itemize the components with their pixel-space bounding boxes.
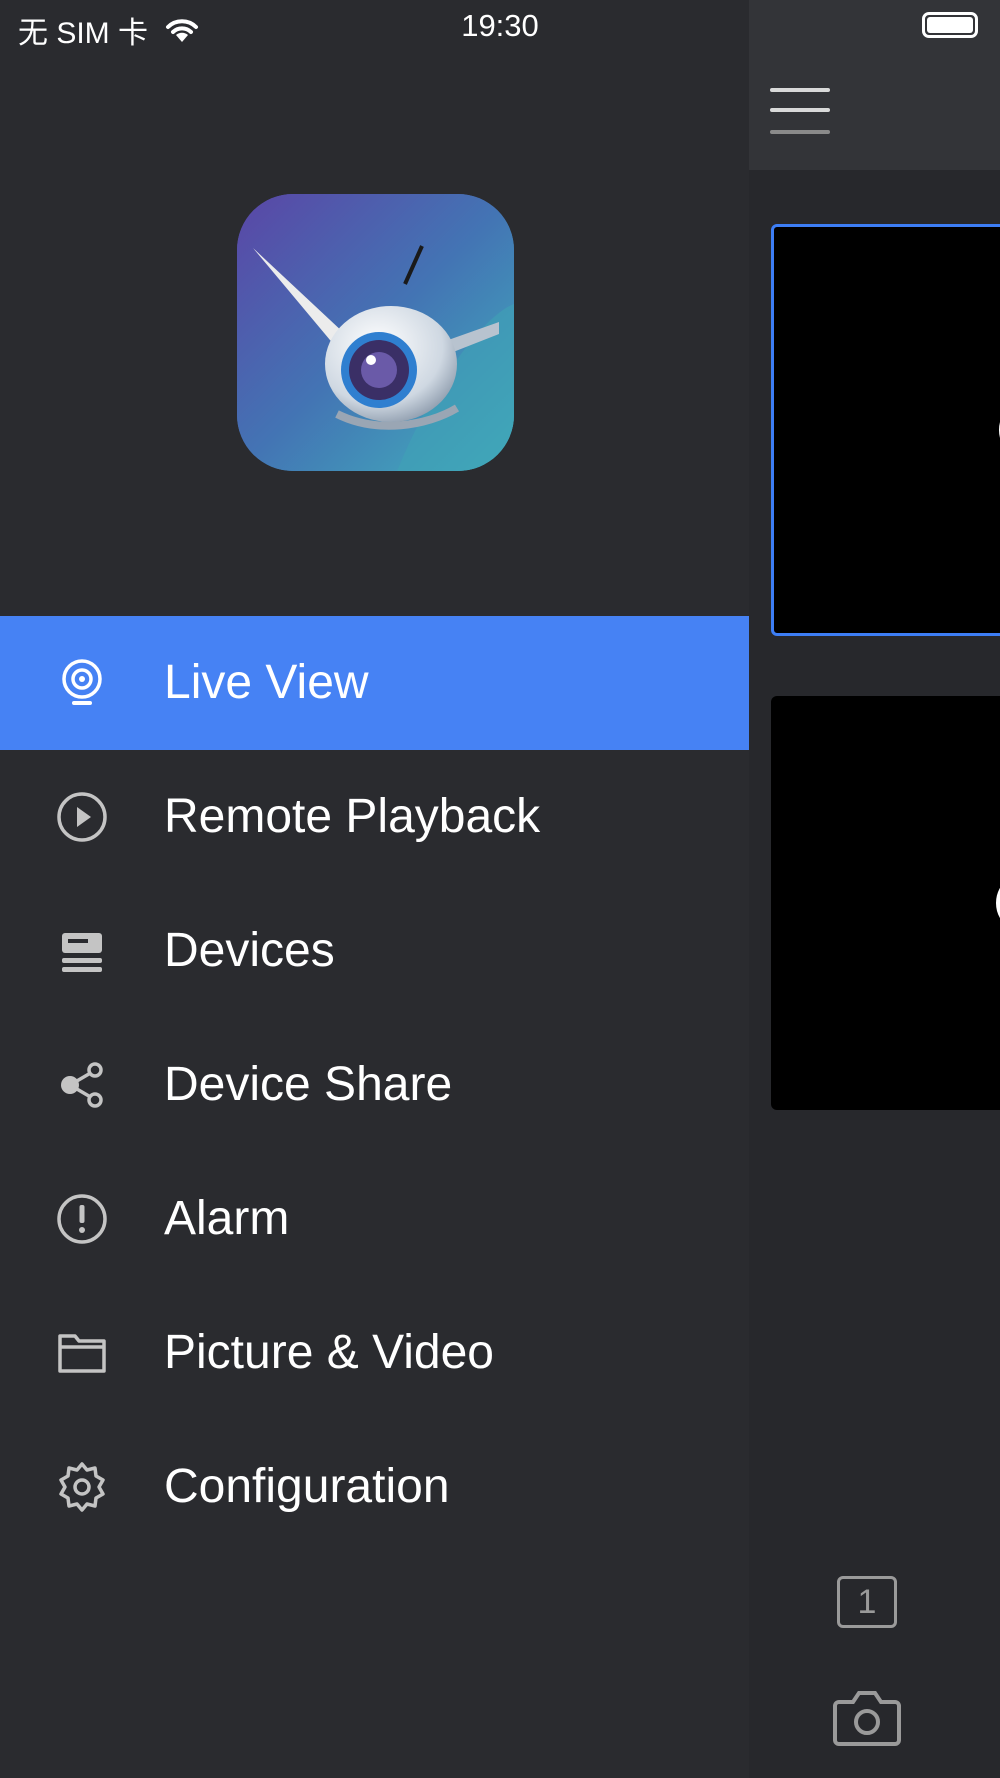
menu-line bbox=[770, 130, 830, 134]
robot-camera-app-icon bbox=[237, 194, 514, 471]
battery-icon bbox=[922, 12, 978, 38]
app-screen: 无 SIM 卡 19:30 1 Live View Remote Playbac… bbox=[0, 0, 1000, 1778]
gear-icon bbox=[59, 1462, 105, 1512]
live-view-panel: 1 bbox=[749, 0, 1000, 1778]
nav-label: Devices bbox=[164, 924, 335, 977]
nav-label: Alarm bbox=[164, 1192, 290, 1245]
battery-level bbox=[927, 17, 973, 33]
nav-item-configuration[interactable]: Configuration bbox=[0, 1420, 749, 1554]
play-circle-icon bbox=[57, 792, 107, 842]
nav-label: Picture & Video bbox=[164, 1326, 494, 1379]
status-time: 19:30 bbox=[461, 8, 539, 43]
nav-item-picture-video[interactable]: Picture & Video bbox=[0, 1286, 749, 1420]
nav-item-devices[interactable]: Devices bbox=[0, 884, 749, 1018]
navigation-drawer: Live View Remote Playback Devices Device… bbox=[0, 0, 749, 1778]
wifi-icon bbox=[166, 19, 199, 42]
nav-label: Device Share bbox=[164, 1058, 453, 1111]
share-icon bbox=[61, 1062, 103, 1108]
video-slot-1[interactable] bbox=[771, 224, 1000, 636]
nav-item-remote-playback[interactable]: Remote Playback bbox=[0, 750, 749, 884]
device-icon bbox=[62, 933, 102, 972]
nav-label: Live View bbox=[164, 656, 369, 709]
split-screen-button[interactable]: 1 bbox=[837, 1576, 897, 1628]
status-bar: 无 SIM 卡 19:30 bbox=[0, 0, 1000, 56]
nav-menu: Live View Remote Playback Devices Device… bbox=[0, 616, 749, 1554]
status-left: 无 SIM 卡 bbox=[18, 8, 202, 52]
camera-icon[interactable] bbox=[833, 1688, 901, 1746]
nav-label: Remote Playback bbox=[164, 790, 541, 843]
menu-toggle-button[interactable] bbox=[770, 84, 832, 140]
add-device-icon[interactable] bbox=[996, 873, 1000, 933]
menu-line bbox=[770, 88, 830, 92]
carrier-label: 无 SIM 卡 bbox=[18, 17, 149, 50]
alarm-icon bbox=[57, 1194, 107, 1244]
nav-label: Configuration bbox=[164, 1460, 450, 1513]
webcam-icon bbox=[62, 659, 102, 705]
nav-item-alarm[interactable]: Alarm bbox=[0, 1152, 749, 1286]
video-slot-2[interactable] bbox=[771, 696, 1000, 1110]
folder-icon bbox=[58, 1334, 106, 1373]
menu-line bbox=[770, 108, 830, 112]
nav-item-live-view[interactable]: Live View bbox=[0, 616, 749, 750]
nav-item-device-share[interactable]: Device Share bbox=[0, 1018, 749, 1152]
